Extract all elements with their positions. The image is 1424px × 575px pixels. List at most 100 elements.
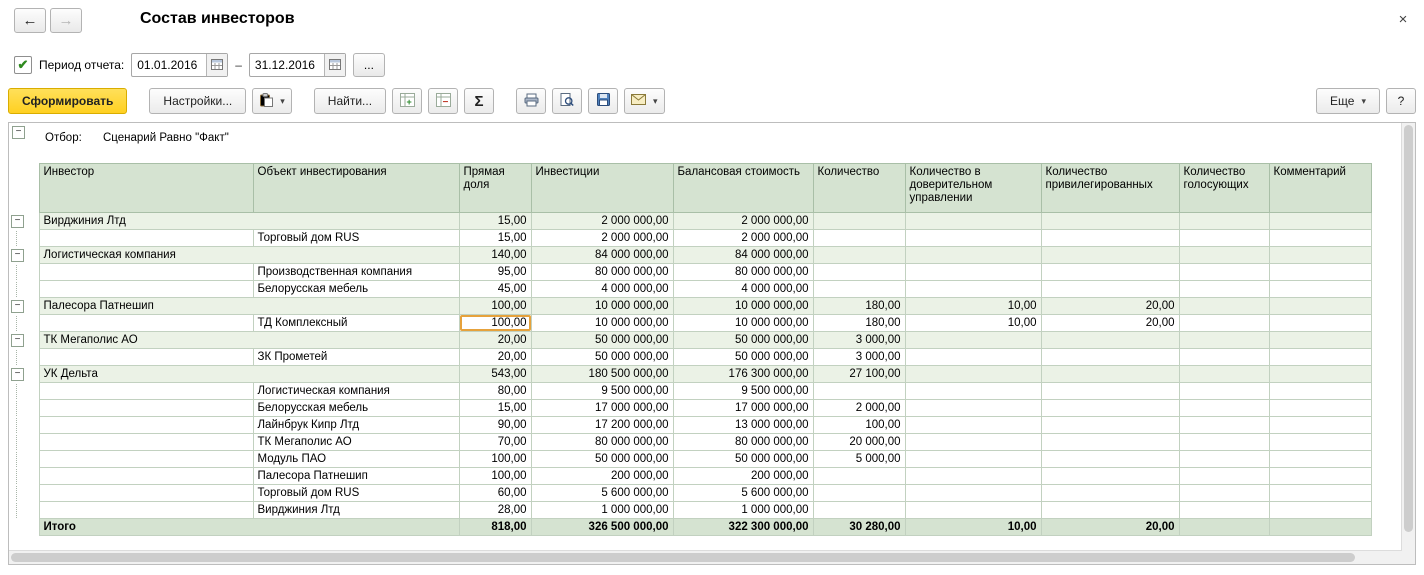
table-cell[interactable]: 50 000 000,00 — [531, 349, 673, 366]
table-cell[interactable]: 2 000 000,00 — [531, 230, 673, 247]
table-cell[interactable] — [1269, 247, 1371, 264]
print-button[interactable] — [516, 88, 546, 114]
table-cell[interactable] — [1179, 519, 1269, 536]
horizontal-scrollbar[interactable] — [9, 550, 1402, 564]
table-cell[interactable]: 5 600 000,00 — [673, 485, 813, 502]
table-cell[interactable]: 15,00 — [459, 400, 531, 417]
table-cell[interactable] — [1269, 366, 1371, 383]
table-cell[interactable]: Белорусская мебель — [253, 400, 459, 417]
table-cell[interactable] — [1269, 502, 1371, 519]
table-cell[interactable] — [1269, 400, 1371, 417]
period-from-input[interactable] — [132, 54, 206, 76]
settings-button[interactable]: Настройки... — [149, 88, 246, 114]
table-cell[interactable]: 100,00 — [459, 298, 531, 315]
table-cell[interactable]: 2 000 000,00 — [673, 213, 813, 230]
collapse-group-icon[interactable]: − — [11, 215, 24, 228]
table-cell[interactable] — [39, 468, 253, 485]
table-cell[interactable]: 5 600 000,00 — [531, 485, 673, 502]
print-preview-button[interactable] — [552, 88, 582, 114]
table-cell[interactable]: Торговый дом RUS — [253, 230, 459, 247]
table-cell[interactable] — [39, 349, 253, 366]
table-cell[interactable]: 60,00 — [459, 485, 531, 502]
table-cell[interactable]: 326 500 000,00 — [531, 519, 673, 536]
table-cell[interactable]: Модуль ПАО — [253, 451, 459, 468]
table-cell[interactable] — [1179, 332, 1269, 349]
table-cell[interactable] — [905, 247, 1041, 264]
table-cell[interactable]: 80 000 000,00 — [531, 434, 673, 451]
table-cell[interactable] — [905, 451, 1041, 468]
table-cell[interactable]: 10,00 — [905, 519, 1041, 536]
table-cell[interactable]: 10 000 000,00 — [531, 298, 673, 315]
table-cell[interactable]: 180 500 000,00 — [531, 366, 673, 383]
table-cell[interactable] — [905, 332, 1041, 349]
column-header[interactable]: Объект инвестирования — [253, 164, 459, 213]
table-cell[interactable]: Лайнбрук Кипр Лтд — [253, 417, 459, 434]
table-cell[interactable]: 80 000 000,00 — [673, 434, 813, 451]
table-cell[interactable] — [813, 230, 905, 247]
column-header[interactable]: Инвестиции — [531, 164, 673, 213]
more-button[interactable]: Еще ▾ — [1316, 88, 1380, 114]
table-cell[interactable] — [39, 264, 253, 281]
table-cell[interactable]: 20,00 — [1041, 519, 1179, 536]
table-cell[interactable] — [1269, 298, 1371, 315]
table-cell[interactable] — [1179, 247, 1269, 264]
table-cell[interactable]: 10 000 000,00 — [531, 315, 673, 332]
table-cell[interactable]: ТД Комплексный — [253, 315, 459, 332]
table-cell[interactable]: 2 000 000,00 — [673, 230, 813, 247]
collapse-group-icon[interactable]: − — [11, 334, 24, 347]
table-cell[interactable]: 28,00 — [459, 502, 531, 519]
table-cell[interactable] — [1269, 230, 1371, 247]
table-cell[interactable] — [1269, 434, 1371, 451]
table-cell[interactable]: 1 000 000,00 — [673, 502, 813, 519]
table-cell[interactable]: 2 000,00 — [813, 400, 905, 417]
period-more-button[interactable]: ... — [353, 53, 385, 77]
collapse-groups-button[interactable]: − — [428, 88, 458, 114]
table-cell[interactable] — [39, 451, 253, 468]
table-cell[interactable]: 70,00 — [459, 434, 531, 451]
table-cell[interactable]: 20,00 — [1041, 298, 1179, 315]
table-cell[interactable]: 100,00 — [459, 315, 531, 332]
table-cell[interactable]: 818,00 — [459, 519, 531, 536]
table-cell[interactable] — [905, 281, 1041, 298]
column-header[interactable]: Инвестор — [39, 164, 253, 213]
table-cell[interactable] — [813, 383, 905, 400]
table-cell[interactable] — [1179, 264, 1269, 281]
table-cell[interactable] — [905, 468, 1041, 485]
table-cell[interactable] — [1041, 434, 1179, 451]
table-cell[interactable]: 4 000 000,00 — [673, 281, 813, 298]
table-cell[interactable]: Логистическая компания — [39, 247, 459, 264]
table-cell[interactable] — [905, 485, 1041, 502]
table-cell[interactable]: 9 500 000,00 — [673, 383, 813, 400]
table-cell[interactable]: 17 000 000,00 — [673, 400, 813, 417]
table-cell[interactable] — [1041, 400, 1179, 417]
table-cell[interactable] — [1179, 213, 1269, 230]
table-cell[interactable] — [1041, 349, 1179, 366]
table-cell[interactable] — [39, 417, 253, 434]
table-cell[interactable] — [39, 502, 253, 519]
table-cell[interactable] — [39, 400, 253, 417]
close-button[interactable]: × — [1392, 8, 1414, 30]
table-cell[interactable] — [905, 349, 1041, 366]
table-cell[interactable]: 17 200 000,00 — [531, 417, 673, 434]
table-cell[interactable] — [813, 213, 905, 230]
table-cell[interactable]: 543,00 — [459, 366, 531, 383]
table-cell[interactable] — [1041, 451, 1179, 468]
table-cell[interactable]: 3 000,00 — [813, 332, 905, 349]
table-cell[interactable] — [1269, 519, 1371, 536]
generate-button[interactable]: Сформировать — [8, 88, 127, 114]
table-cell[interactable]: Вирджиния Лтд — [39, 213, 459, 230]
table-cell[interactable]: Производственная компания — [253, 264, 459, 281]
table-cell[interactable] — [1041, 281, 1179, 298]
table-cell[interactable] — [1041, 468, 1179, 485]
calendar-to-button[interactable] — [324, 54, 345, 76]
table-cell[interactable] — [1041, 247, 1179, 264]
table-cell[interactable] — [1041, 213, 1179, 230]
table-cell[interactable] — [39, 485, 253, 502]
collapse-group-icon[interactable]: − — [11, 300, 24, 313]
paste-variant-button[interactable]: ▾ — [252, 88, 292, 114]
table-cell[interactable] — [905, 264, 1041, 281]
table-cell[interactable] — [905, 383, 1041, 400]
table-cell[interactable]: 15,00 — [459, 230, 531, 247]
table-cell[interactable] — [1041, 417, 1179, 434]
table-cell[interactable]: 17 000 000,00 — [531, 400, 673, 417]
